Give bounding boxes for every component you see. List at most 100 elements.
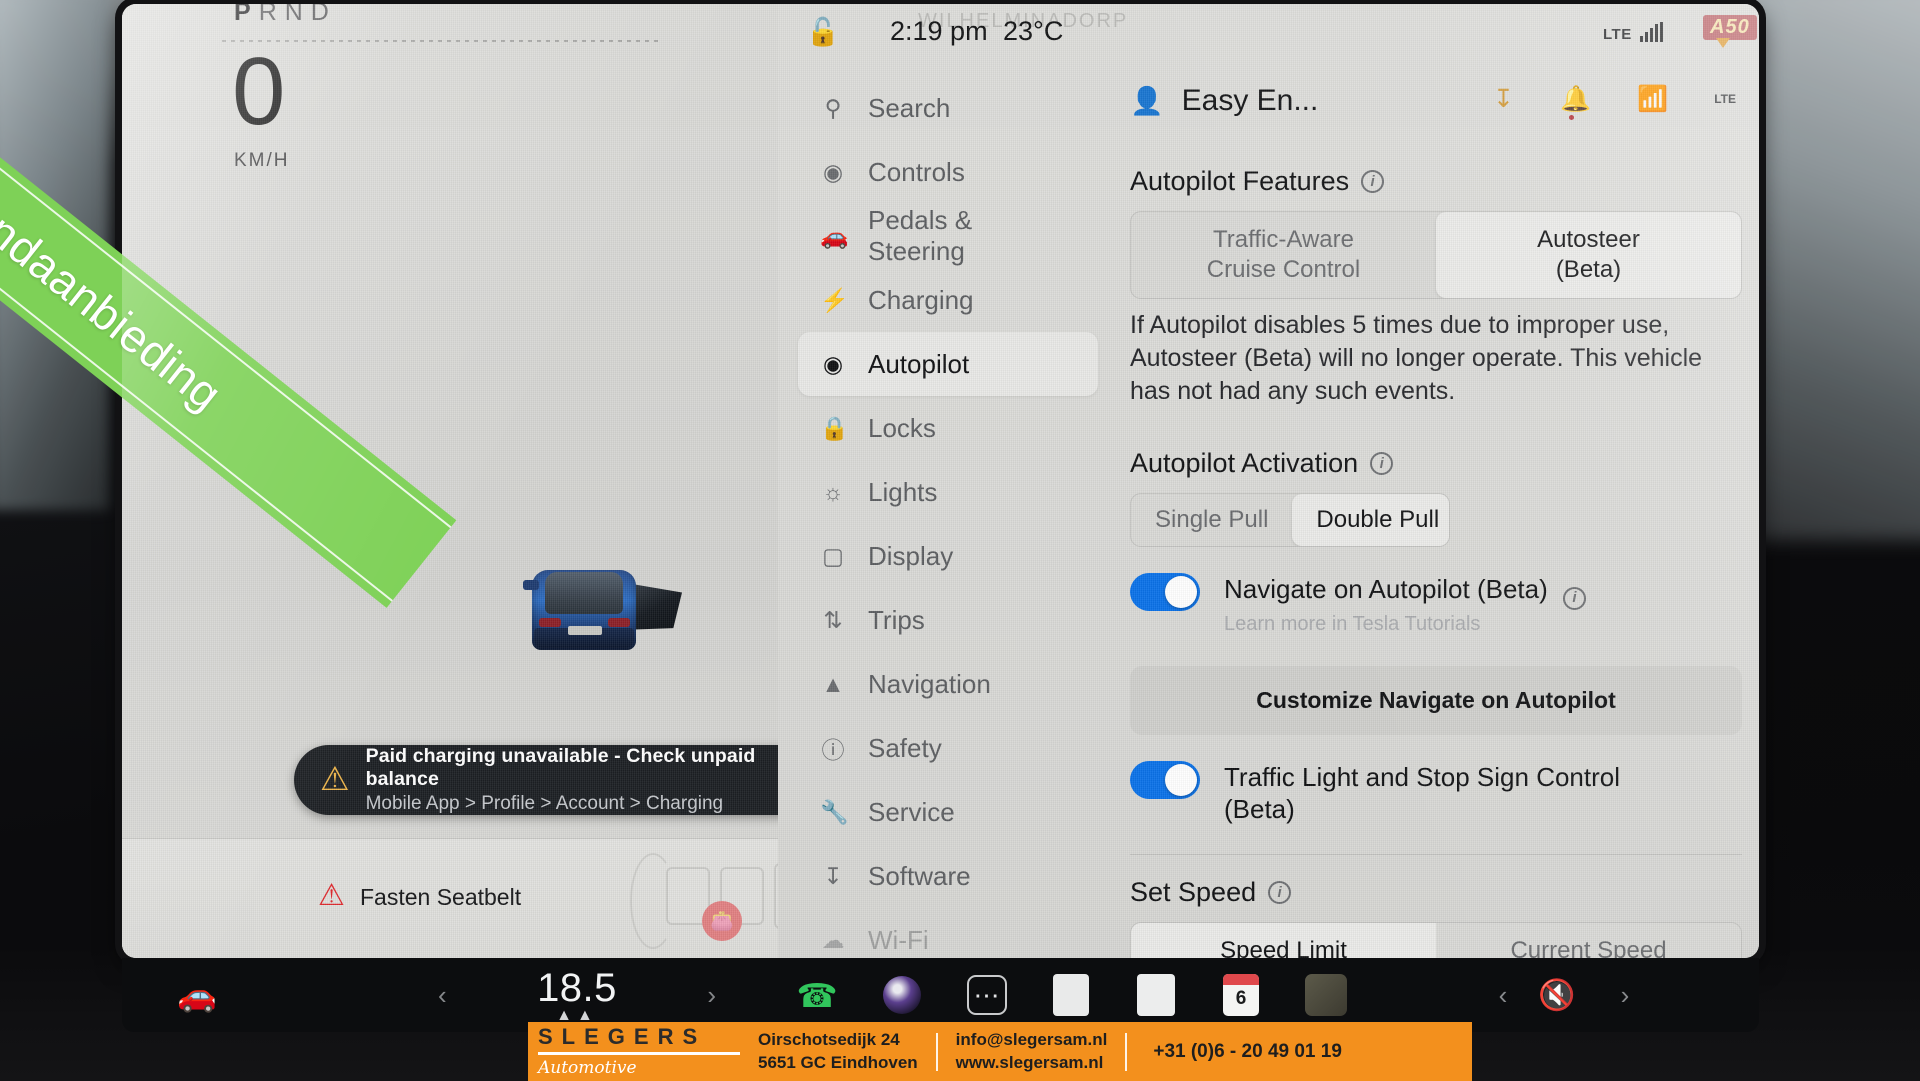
screenshot-root: PRND 0 KM/H 60 👛 ⏻ ⚠ Paid charging una <box>0 0 1920 1081</box>
autopilot-features-title: Autopilot Features <box>1130 166 1350 196</box>
segment-line2: Cruise Control <box>1206 256 1361 283</box>
sidebar-item-navigation[interactable]: ▲ Navigation <box>798 652 1098 716</box>
app-icon[interactable] <box>1133 972 1179 1018</box>
calendar-icon[interactable]: 6 <box>1218 972 1264 1018</box>
tesla-taskbar: 🚗 ‹ › 18.5 ▲▲ ☎ ⋯ 6 ‹ 🔇 › <box>122 958 1759 1032</box>
sidebar-item-service[interactable]: 🔧 Service <box>798 780 1098 844</box>
bolt-icon: ⚡ <box>820 286 849 313</box>
bluetooth-icon[interactable]: 📶 <box>1637 85 1668 114</box>
traffic-label-line1: Traffic Light and Stop Sign Control <box>1224 761 1621 792</box>
sidebar-item-label: Charging <box>868 284 974 315</box>
content-tray: ↧ 🔔 📶 LTE <box>1493 84 1736 120</box>
autosteer-disable-note: If Autopilot disables 5 times due to imp… <box>1130 311 1703 405</box>
three-dots-icon[interactable]: ⋯ <box>964 972 1010 1018</box>
logo-rule <box>538 1051 740 1055</box>
profile-row[interactable]: 👤 Easy En... ↧ 🔔 📶 LTE <box>1130 76 1742 126</box>
sidebar-item-autopilot[interactable]: ◉ Autopilot <box>798 332 1098 396</box>
unlocked-padlock-icon[interactable]: 🔓 <box>806 16 840 48</box>
dealer-address-line2: 5651 GC Eindhoven <box>758 1052 918 1072</box>
lte-label: LTE <box>1603 26 1632 43</box>
info-icon[interactable]: i <box>1361 170 1385 193</box>
segment-traffic-aware-cruise-control[interactable]: Traffic-Aware Cruise Control <box>1131 212 1436 298</box>
sidebar-item-label: Software <box>868 860 971 891</box>
autopilot-activation-title: Autopilot Activation <box>1130 448 1359 478</box>
app-icon[interactable] <box>1048 972 1094 1018</box>
traffic-light-control-label: Traffic Light and Stop Sign Control (Bet… <box>1224 761 1620 826</box>
sidebar-item-controls[interactable]: ◉ Controls <box>798 140 1098 204</box>
navigate-on-autopilot-sublabel: Learn more in Tesla Tutorials <box>1224 612 1481 635</box>
sidebar-item-safety[interactable]: ⓘ Safety <box>798 716 1098 780</box>
toast-title: Paid charging unavailable - Check unpaid… <box>365 745 756 790</box>
sidebar-item-label: Trips <box>868 604 925 635</box>
steering-wheel-icon: ◉ <box>822 350 844 377</box>
media-next-button[interactable]: › <box>1602 972 1648 1018</box>
dealer-name: SLEGERS <box>538 1023 707 1049</box>
arcade-icon[interactable] <box>1303 972 1349 1018</box>
sidebar-item-lights[interactable]: ☼ Lights <box>798 460 1098 524</box>
toast-subtitle: Mobile App > Profile > Account > Chargin… <box>365 793 724 814</box>
customize-navigate-on-autopilot-button[interactable]: Customize Navigate on Autopilot <box>1130 665 1742 735</box>
sidebar-item-display[interactable]: ▢ Display <box>798 524 1098 588</box>
dealer-banner: SLEGERS Automotive Oirschotsedijk 24 565… <box>528 1022 1472 1081</box>
segment-current-speed[interactable]: Current Speed <box>1436 923 1741 958</box>
sidebar-item-charging[interactable]: ⚡ Charging <box>798 268 1098 332</box>
sidebar-item-locks[interactable]: 🔒 Locks <box>798 396 1098 460</box>
autopilot-activation-title-row: Autopilot Activation i <box>1130 448 1742 479</box>
segment-autosteer-beta[interactable]: Autosteer (Beta) <box>1436 212 1741 298</box>
media-prev-button[interactable]: ‹ <box>1480 972 1526 1018</box>
sidebar-item-pedals-steering[interactable]: 🚗 Pedals & Steering <box>798 204 1098 268</box>
segment-speed-limit[interactable]: Speed Limit <box>1131 922 1436 958</box>
license-plate-graphic <box>568 626 602 635</box>
seatbelt-unfastened-icon: 👛 <box>702 901 742 941</box>
segment-line2: (Beta) <box>1555 256 1622 283</box>
phone-icon[interactable]: ☎ <box>794 972 840 1018</box>
set-speed-title-row: Set Speed i <box>1130 877 1742 908</box>
volume-muted-icon[interactable]: 🔇 <box>1534 972 1580 1018</box>
vehicle-visualization <box>512 542 682 657</box>
temp-increase-arrow[interactable]: › <box>707 980 716 1011</box>
sidebar-item-label: Controls <box>868 156 965 187</box>
sidebar-item-search[interactable]: ⚲ Search <box>798 76 1098 140</box>
set-speed-title: Set Speed <box>1130 876 1257 907</box>
sidebar-item-label: Pedals & Steering <box>868 205 973 266</box>
dashcam-icon[interactable] <box>879 972 925 1018</box>
sidebar-item-software[interactable]: ↧ Software <box>798 844 1098 908</box>
car-front-icon[interactable]: 🚗 <box>177 976 217 1014</box>
car-icon: 🚗 <box>820 222 849 249</box>
sidebar-item-trips[interactable]: ⇅ Trips <box>798 588 1098 652</box>
settings-sidebar: ⚲ Search ◉ Controls 🚗 Pedals & Steering … <box>798 76 1098 958</box>
sidebar-item-label: Wi-Fi <box>868 924 929 955</box>
info-icon[interactable]: i <box>1563 586 1586 610</box>
temperature-stepper[interactable]: ‹ › 18.5 ▲▲ <box>438 966 716 1025</box>
info-icon[interactable]: i <box>1268 880 1292 904</box>
traffic-label-line2: (Beta) <box>1224 794 1295 825</box>
sidebar-item-label: Safety <box>868 732 942 763</box>
segment-single-pull[interactable]: Single Pull <box>1131 494 1292 546</box>
info-icon[interactable]: i <box>1370 452 1394 475</box>
temp-decrease-arrow[interactable]: ‹ <box>438 980 447 1011</box>
dealer-logo: SLEGERS Automotive <box>528 1023 740 1078</box>
navigate-on-autopilot-toggle[interactable] <box>1130 573 1200 611</box>
warning-triangle-icon: ⚠ <box>320 760 350 797</box>
mirror-left <box>523 580 539 590</box>
exclamation-circle-icon: ⓘ <box>821 737 845 763</box>
download-arrow-icon[interactable]: ↧ <box>1493 84 1514 114</box>
display-icon: ▢ <box>822 542 844 569</box>
charging-notification-toast[interactable]: ⚠ Paid charging unavailable - Check unpa… <box>294 745 844 815</box>
seatbelt-alert-icon: ⚠ <box>318 879 345 912</box>
navigate-on-autopilot-label: Navigate on Autopilot (Beta) i <box>1224 573 1586 610</box>
profile-name: Easy En... <box>1181 84 1319 117</box>
segment-line1: Autosteer <box>1537 226 1640 253</box>
dealer-contact: info@slegersam.nl www.slegersam.nl <box>938 1029 1126 1075</box>
section-divider <box>1130 853 1742 855</box>
sidebar-item-label: Locks <box>868 412 936 443</box>
cabin-temperature: 18.5 <box>537 966 617 1010</box>
traffic-light-control-toggle[interactable] <box>1130 760 1200 799</box>
sidebar-item-label: Service <box>868 796 955 827</box>
sidebar-item-wifi[interactable]: ☁ Wi-Fi <box>798 908 1098 958</box>
bell-icon[interactable]: 🔔 <box>1560 85 1591 120</box>
search-icon: ⚲ <box>824 94 842 121</box>
outside-temperature: 23°C <box>1003 16 1064 46</box>
segment-double-pull[interactable]: Double Pull <box>1292 494 1449 546</box>
trips-icon: ⇅ <box>823 606 843 633</box>
